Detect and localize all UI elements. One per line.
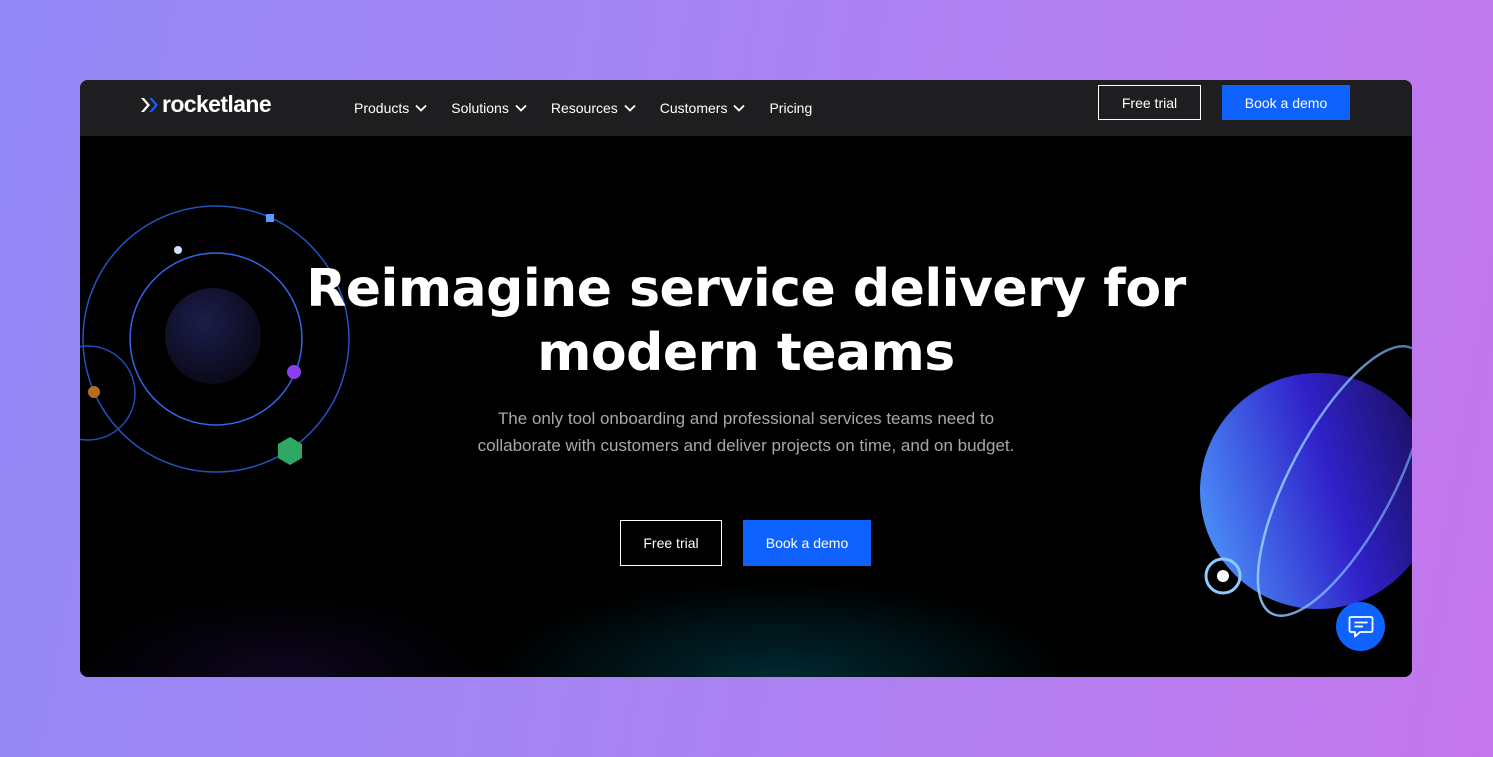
rocketlane-chevron-logo-icon xyxy=(141,97,158,112)
nav-item-pricing[interactable]: Pricing xyxy=(769,100,812,116)
hero-headline-line1: Reimagine service delivery for xyxy=(306,259,1186,319)
nav-item-solutions[interactable]: Solutions xyxy=(451,100,527,116)
nav-item-label: Resources xyxy=(550,100,618,116)
ring-node-dot xyxy=(1217,570,1229,582)
chevron-down-icon xyxy=(415,104,427,112)
orbit-hexagon xyxy=(278,437,302,465)
hero-headline: Reimagine service delivery for modern te… xyxy=(80,257,1412,385)
brand-logo[interactable]: rocketlane xyxy=(140,91,272,118)
hero-section: Reimagine service delivery for modern te… xyxy=(80,136,1412,677)
top-navbar: rocketlane Products Solutions Resources … xyxy=(80,80,1412,136)
browser-frame: rocketlane Products Solutions Resources … xyxy=(80,80,1412,677)
nav-item-label: Solutions xyxy=(451,100,509,116)
chevron-down-icon xyxy=(515,104,527,112)
hero-book-demo-button[interactable]: Book a demo xyxy=(743,520,871,566)
chat-bubble-icon xyxy=(1348,615,1373,637)
orbit-dot-orange xyxy=(88,386,100,398)
orbit-dot-white xyxy=(174,246,182,254)
book-demo-button[interactable]: Book a demo xyxy=(1222,85,1350,120)
nav-item-products[interactable]: Products xyxy=(354,100,427,116)
brand-name: rocketlane xyxy=(162,91,272,117)
hero-subtitle: The only tool onboarding and professiona… xyxy=(477,409,1015,455)
main-menu: Products Solutions Resources Customers P… xyxy=(354,80,836,136)
hero-headline-line2: modern teams xyxy=(537,323,955,383)
chevron-down-icon xyxy=(733,104,746,112)
free-trial-button[interactable]: Free trial xyxy=(1098,85,1201,120)
hero-free-trial-button[interactable]: Free trial xyxy=(620,520,722,566)
nav-item-label: Products xyxy=(354,100,410,116)
chat-widget-button[interactable] xyxy=(1336,602,1385,651)
right-planet xyxy=(1200,373,1412,609)
nav-item-label: Pricing xyxy=(769,100,813,116)
orbit-square xyxy=(266,214,274,222)
chevron-down-icon xyxy=(624,104,636,112)
nav-item-customers[interactable]: Customers xyxy=(660,100,746,116)
nav-item-label: Customers xyxy=(659,100,728,116)
nav-item-resources[interactable]: Resources xyxy=(551,100,636,116)
